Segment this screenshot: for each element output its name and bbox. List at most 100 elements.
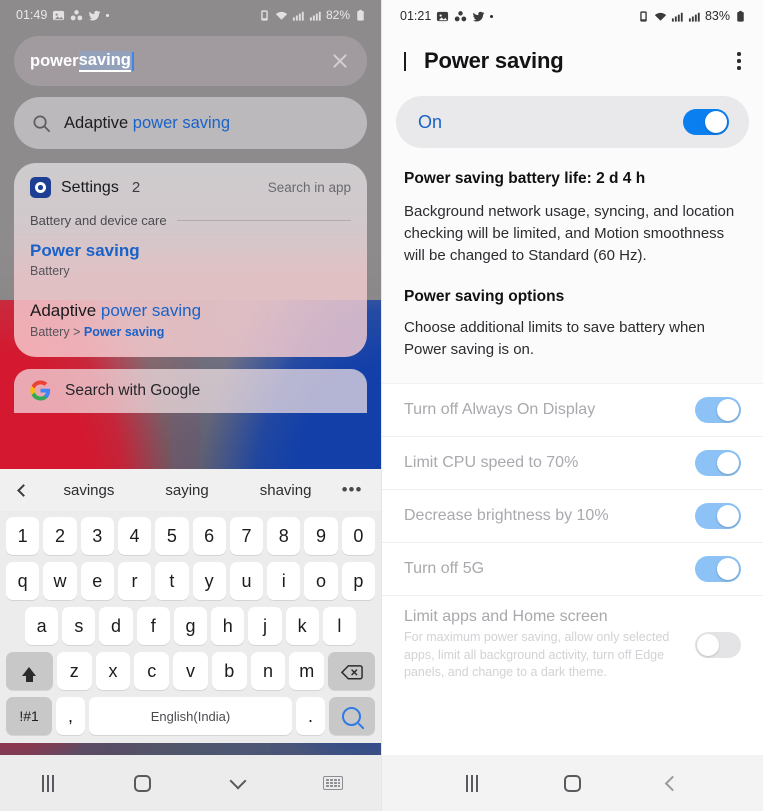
battery-life-heading: Power saving battery life: 2 d 4 h xyxy=(404,170,646,187)
keyboard-switch-icon[interactable] xyxy=(305,763,361,803)
recents-icon[interactable] xyxy=(20,763,76,803)
recents-icon[interactable] xyxy=(444,763,500,803)
key-g[interactable]: g xyxy=(173,607,208,645)
result-item-adaptive-power-saving[interactable]: Adaptive power saving Battery > Power sa… xyxy=(30,300,351,338)
prediction-items: savings saying shaving xyxy=(38,482,337,499)
search-icon xyxy=(32,114,51,133)
key-1[interactable]: 1 xyxy=(6,517,40,555)
contacts-icon xyxy=(454,10,467,23)
option-toggle-limit-apps[interactable] xyxy=(695,631,741,658)
key-9[interactable]: 9 xyxy=(304,517,338,555)
key-o[interactable]: o xyxy=(304,562,338,600)
key-7[interactable]: 7 xyxy=(229,517,264,555)
key-comma[interactable]: , xyxy=(56,697,85,735)
more-options-icon[interactable] xyxy=(733,46,745,76)
key-q[interactable]: q xyxy=(6,562,40,600)
prediction-item-2[interactable]: shaving xyxy=(260,482,312,499)
power-saving-master-row[interactable]: On xyxy=(396,96,749,148)
search-with-google-row[interactable]: Search with Google xyxy=(14,368,367,413)
back-icon[interactable] xyxy=(645,763,701,803)
backspace-icon[interactable] xyxy=(328,652,376,690)
shift-icon[interactable] xyxy=(5,652,53,690)
key-j[interactable]: j xyxy=(248,607,282,645)
key-p[interactable]: p xyxy=(341,562,375,600)
suggestion-adaptive-power-saving[interactable]: Adaptive power saving xyxy=(14,97,367,149)
option-text: Turn off Always On Display xyxy=(404,401,695,419)
result-title-highlight: power saving xyxy=(100,301,202,321)
twitter-icon xyxy=(472,10,485,23)
suggestion-label: Adaptive power saving xyxy=(64,114,230,133)
prediction-item-0[interactable]: savings xyxy=(64,482,115,499)
clear-icon[interactable] xyxy=(329,50,351,72)
prediction-more-icon[interactable]: ••• xyxy=(337,480,367,500)
result-subtitle: Battery xyxy=(30,264,351,278)
option-row-turn-off-5g[interactable]: Turn off 5G xyxy=(382,543,763,596)
key-u[interactable]: u xyxy=(229,562,264,600)
chevron-left-icon[interactable] xyxy=(14,483,38,497)
option-row-limit-apps[interactable]: Limit apps and Home screen For maximum p… xyxy=(382,596,763,694)
hide-keyboard-icon[interactable] xyxy=(210,763,266,803)
option-row-always-on-display[interactable]: Turn off Always On Display xyxy=(382,384,763,437)
key-5[interactable]: 5 xyxy=(155,517,189,555)
keyboard-row-home: a s d f g h j k l xyxy=(3,607,378,645)
battery-percent: 83% xyxy=(704,9,730,23)
prediction-item-1[interactable]: saying xyxy=(165,482,208,499)
key-b[interactable]: b xyxy=(211,652,247,690)
result-subtitle: Battery > Power saving xyxy=(30,325,351,339)
signal2-icon xyxy=(688,10,701,23)
key-d[interactable]: d xyxy=(99,607,133,645)
alarm-icon xyxy=(258,9,271,22)
option-toggle-turn-off-5g[interactable] xyxy=(695,555,741,582)
key-w[interactable]: w xyxy=(43,562,77,600)
wifi-icon xyxy=(275,9,288,22)
key-v[interactable]: v xyxy=(173,652,208,690)
master-toggle-switch[interactable] xyxy=(683,109,729,135)
card-app-name: Settings xyxy=(61,178,119,196)
option-toggle-always-on-display[interactable] xyxy=(695,396,741,423)
symbols-key[interactable]: !#1 xyxy=(6,697,53,735)
search-enter-key[interactable] xyxy=(328,697,375,735)
key-period[interactable]: . xyxy=(296,697,325,735)
space-key[interactable]: English(India) xyxy=(88,697,293,735)
result-title-highlight: Power saving xyxy=(30,241,140,260)
key-e[interactable]: e xyxy=(80,562,114,600)
key-6[interactable]: 6 xyxy=(192,517,226,555)
key-k[interactable]: k xyxy=(285,607,319,645)
home-icon[interactable] xyxy=(115,763,171,803)
key-0[interactable]: 0 xyxy=(341,517,375,555)
key-8[interactable]: 8 xyxy=(267,517,301,555)
key-f[interactable]: f xyxy=(136,607,170,645)
key-s[interactable]: s xyxy=(62,607,96,645)
key-2[interactable]: 2 xyxy=(43,517,77,555)
option-subtitle: For maximum power saving, allow only sel… xyxy=(404,629,670,680)
option-title: Limit CPU speed to 70% xyxy=(404,453,579,471)
option-toggle-limit-cpu[interactable] xyxy=(695,449,741,476)
search-input[interactable]: power saving xyxy=(14,36,367,86)
key-h[interactable]: h xyxy=(211,607,245,645)
key-4[interactable]: 4 xyxy=(117,517,152,555)
option-row-limit-cpu[interactable]: Limit CPU speed to 70% xyxy=(382,437,763,490)
key-y[interactable]: y xyxy=(192,562,226,600)
option-toggle-decrease-brightness[interactable] xyxy=(695,502,741,529)
result-item-power-saving[interactable]: Power saving Battery xyxy=(30,240,351,278)
key-c[interactable]: c xyxy=(134,652,170,690)
key-l[interactable]: l xyxy=(322,607,356,645)
key-m[interactable]: m xyxy=(289,652,325,690)
key-i[interactable]: i xyxy=(267,562,301,600)
back-icon[interactable] xyxy=(400,52,406,71)
key-x[interactable]: x xyxy=(95,652,131,690)
keyboard-row-top: q w e r t y u i o p xyxy=(3,562,378,600)
key-a[interactable]: a xyxy=(25,607,59,645)
key-n[interactable]: n xyxy=(250,652,286,690)
option-row-decrease-brightness[interactable]: Decrease brightness by 10% xyxy=(382,490,763,543)
keyboard-row-space: !#1 , English(India) . xyxy=(3,697,378,735)
key-t[interactable]: t xyxy=(155,562,189,600)
home-icon[interactable] xyxy=(544,763,600,803)
key-r[interactable]: r xyxy=(117,562,152,600)
key-z[interactable]: z xyxy=(56,652,92,690)
keyboard: 1 2 3 4 5 6 7 8 9 0 q w e r t y u i o p … xyxy=(0,511,381,743)
key-3[interactable]: 3 xyxy=(80,517,114,555)
keyboard-prediction-bar: savings saying shaving ••• xyxy=(0,469,381,511)
alarm-icon xyxy=(637,10,650,23)
search-in-app-link[interactable]: Search in app xyxy=(268,180,351,195)
